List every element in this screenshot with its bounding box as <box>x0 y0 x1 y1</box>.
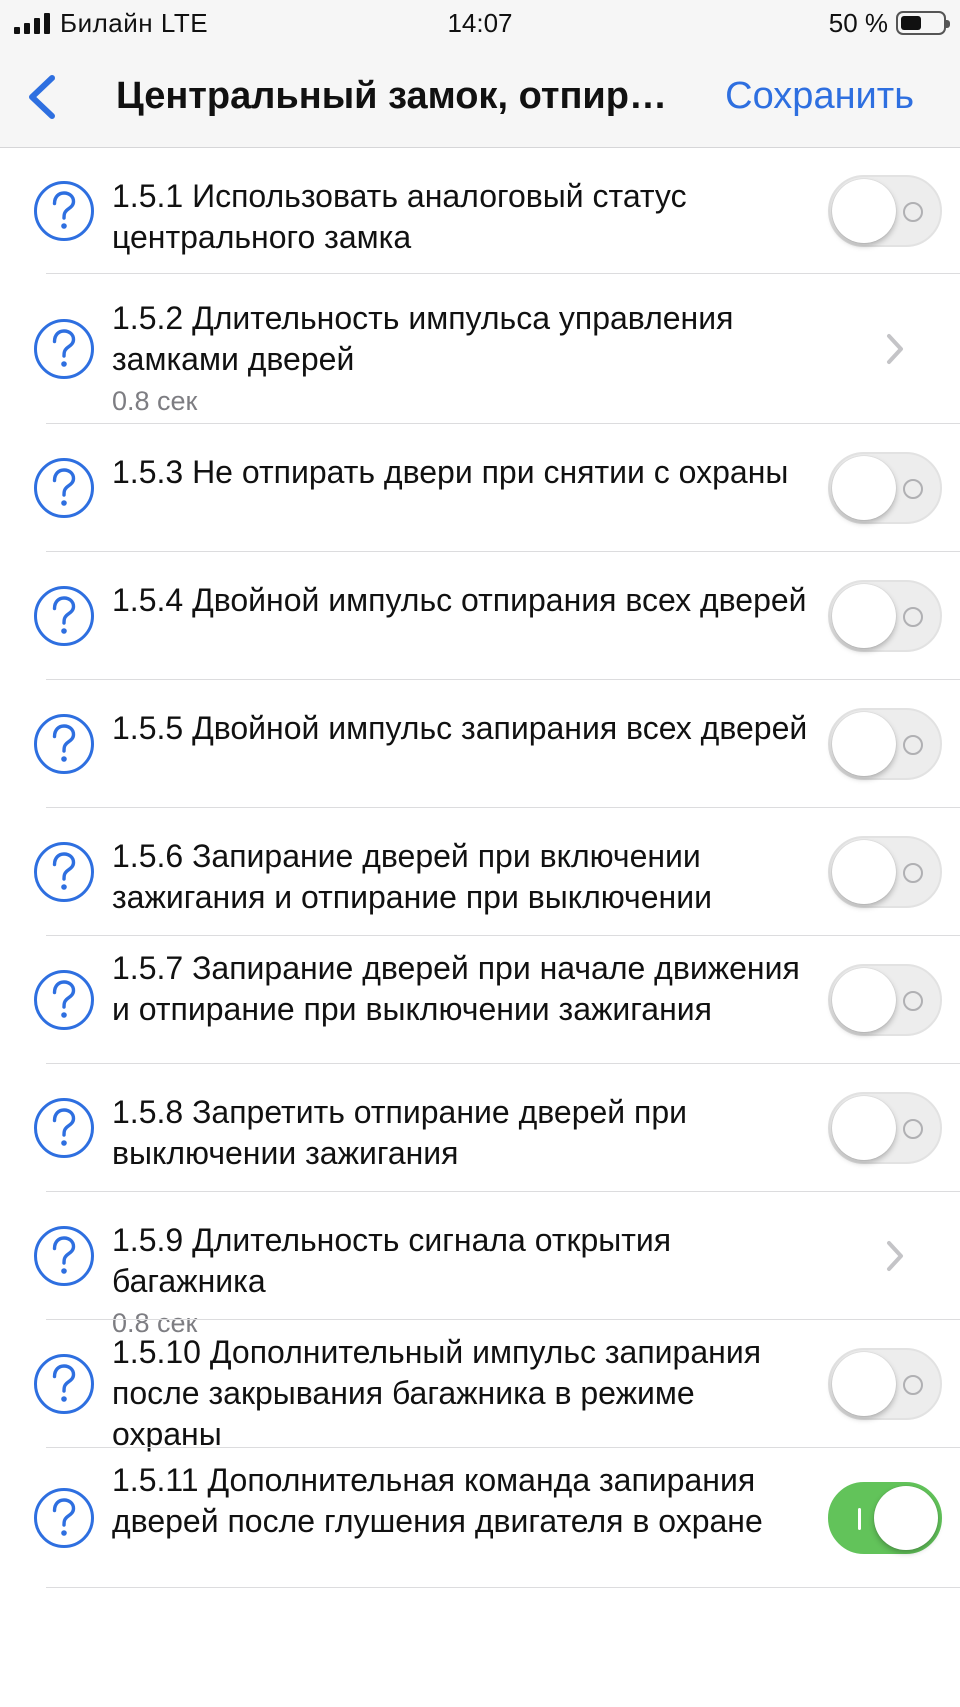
battery-icon <box>896 11 950 35</box>
back-button[interactable] <box>22 72 72 122</box>
setting-text: 1.5.11 Дополнительная команда запирания … <box>112 1460 812 1542</box>
setting-row: 1.5.10 Дополнительный импульс запирания … <box>0 1320 960 1452</box>
setting-label: 1.5.2 Длительность импульса управления з… <box>112 300 734 377</box>
setting-label: 1.5.4 Двойной импульс отпирания всех две… <box>112 582 807 618</box>
setting-label: 1.5.10 Дополнительный импульс запирания … <box>112 1334 762 1452</box>
chevron-left-icon <box>29 75 55 119</box>
toggle-switch[interactable] <box>828 452 942 524</box>
setting-row: 1.5.3 Не отпирать двери при снятии с охр… <box>0 424 960 552</box>
help-button[interactable] <box>33 180 95 242</box>
switch-knob <box>832 1352 896 1416</box>
switch-knob <box>832 584 896 648</box>
battery-percent: 50 % <box>828 7 888 38</box>
help-button[interactable] <box>33 841 95 903</box>
help-button[interactable] <box>33 318 95 380</box>
toggle-switch[interactable] <box>828 580 942 652</box>
setting-row: 1.5.1 Использовать аналоговый статус цен… <box>0 148 960 274</box>
switch-off-mark <box>903 1375 923 1395</box>
question-circle-icon <box>34 970 94 1030</box>
question-circle-icon <box>34 458 94 518</box>
question-circle-icon <box>34 714 94 774</box>
switch-knob <box>832 1096 896 1160</box>
setting-label: 1.5.8 Запретить отпирание дверей при вык… <box>112 1094 688 1171</box>
page-title: Центральный замок, отпирание и запирание… <box>116 75 684 117</box>
question-circle-icon <box>34 1354 94 1414</box>
setting-label: 1.5.5 Двойной импульс запирания всех две… <box>112 710 808 746</box>
setting-text: 1.5.8 Запретить отпирание дверей при вык… <box>112 1092 812 1174</box>
setting-text: 1.5.2 Длительность импульса управления з… <box>112 298 812 418</box>
toggle-switch[interactable] <box>828 964 942 1036</box>
toggle-switch[interactable] <box>828 1348 942 1420</box>
setting-text: 1.5.6 Запирание дверей при включении заж… <box>112 836 812 918</box>
setting-row[interactable]: 1.5.2 Длительность импульса управления з… <box>0 274 960 424</box>
setting-text: 1.5.3 Не отпирать двери при снятии с охр… <box>112 452 812 493</box>
help-button[interactable] <box>33 1487 95 1549</box>
question-circle-icon <box>34 842 94 902</box>
settings-list: 1.5.1 Использовать аналоговый статус цен… <box>0 148 960 1588</box>
setting-text: 1.5.1 Использовать аналоговый статус цен… <box>112 176 812 258</box>
setting-label: 1.5.6 Запирание дверей при включении заж… <box>112 838 712 915</box>
switch-off-mark <box>903 991 923 1011</box>
clock: 14:07 <box>447 8 513 38</box>
setting-row: 1.5.5 Двойной импульс запирания всех две… <box>0 680 960 808</box>
save-button[interactable]: Сохранить <box>725 74 914 118</box>
setting-row: 1.5.4 Двойной импульс отпирания всех две… <box>0 552 960 680</box>
question-circle-icon <box>34 1488 94 1548</box>
setting-label: 1.5.3 Не отпирать двери при снятии с охр… <box>112 454 789 490</box>
switch-on-mark <box>858 1508 861 1530</box>
setting-text: 1.5.5 Двойной импульс запирания всех две… <box>112 708 812 749</box>
switch-off-mark <box>903 1119 923 1139</box>
switch-off-mark <box>903 202 923 222</box>
question-circle-icon <box>34 1098 94 1158</box>
setting-row: 1.5.11 Дополнительная команда запирания … <box>0 1448 960 1588</box>
switch-knob <box>832 840 896 904</box>
switch-off-mark <box>903 735 923 755</box>
question-circle-icon <box>34 1226 94 1286</box>
toggle-switch[interactable] <box>828 175 942 247</box>
switch-off-mark <box>903 479 923 499</box>
setting-label: 1.5.11 Дополнительная команда запирания … <box>112 1462 763 1539</box>
setting-row: 1.5.6 Запирание дверей при включении заж… <box>0 808 960 936</box>
setting-label: 1.5.1 Использовать аналоговый статус цен… <box>112 178 687 255</box>
setting-label: 1.5.9 Длительность сигнала открытия бага… <box>112 1222 672 1299</box>
setting-value: 0.8 сек <box>112 386 198 416</box>
setting-row: 1.5.7 Запирание дверей при начале движен… <box>0 936 960 1064</box>
switch-off-mark <box>903 863 923 883</box>
switch-knob <box>832 712 896 776</box>
setting-text: 1.5.4 Двойной импульс отпирания всех две… <box>112 580 812 621</box>
help-button[interactable] <box>33 1353 95 1415</box>
question-circle-icon <box>34 181 94 241</box>
switch-knob <box>832 968 896 1032</box>
question-circle-icon <box>34 586 94 646</box>
chevron-right-icon <box>887 1241 903 1271</box>
setting-label: 1.5.7 Запирание дверей при начале движен… <box>112 950 800 1027</box>
switch-off-mark <box>903 607 923 627</box>
toggle-switch[interactable] <box>828 1092 942 1164</box>
setting-text: 1.5.7 Запирание дверей при начале движен… <box>112 948 812 1030</box>
status-right: 50 % <box>828 6 950 40</box>
screen: Билайн LTE 14:07 50 % Центральный замок,… <box>0 0 960 1707</box>
switch-knob <box>874 1486 938 1550</box>
switch-knob <box>832 179 896 243</box>
navigation-bar: Центральный замок, отпирание и запирание… <box>0 46 960 148</box>
switch-knob <box>832 456 896 520</box>
setting-row[interactable]: 1.5.9 Длительность сигнала открытия бага… <box>0 1192 960 1338</box>
toggle-switch[interactable] <box>828 1482 942 1554</box>
help-button[interactable] <box>33 1097 95 1159</box>
chevron-right-icon <box>887 334 903 364</box>
help-button[interactable] <box>33 585 95 647</box>
battery-fill <box>901 16 921 30</box>
setting-text: 1.5.10 Дополнительный импульс запирания … <box>112 1332 812 1455</box>
help-button[interactable] <box>33 1225 95 1287</box>
status-bar: Билайн LTE 14:07 50 % <box>0 0 960 46</box>
toggle-switch[interactable] <box>828 836 942 908</box>
help-button[interactable] <box>33 457 95 519</box>
help-button[interactable] <box>33 969 95 1031</box>
toggle-switch[interactable] <box>828 708 942 780</box>
setting-row: 1.5.8 Запретить отпирание дверей при вык… <box>0 1064 960 1192</box>
question-circle-icon <box>34 319 94 379</box>
help-button[interactable] <box>33 713 95 775</box>
